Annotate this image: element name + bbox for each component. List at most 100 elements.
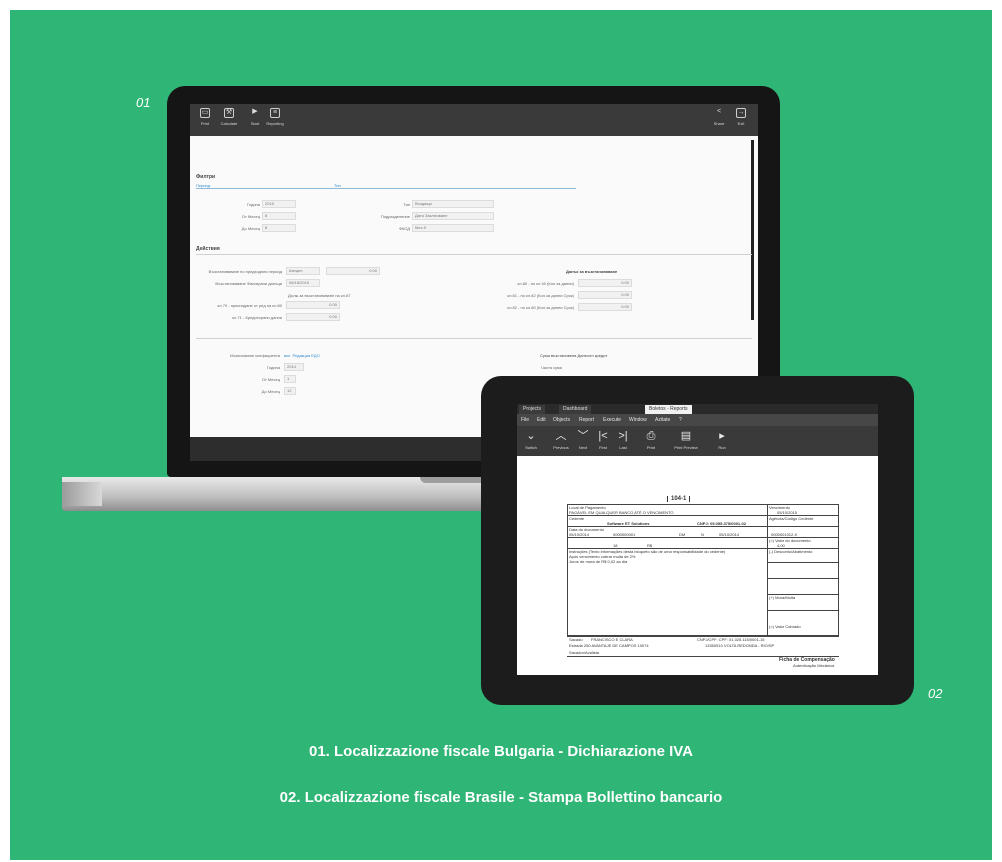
row82-amount[interactable]: 0.00 [578, 303, 632, 311]
menu-bar: File Edit Objects Report Execute Window … [517, 414, 878, 426]
field-label: До Месец [261, 389, 280, 394]
caption-line-2: 02. Localizzazione fiscale Brasile - Sta… [279, 789, 723, 806]
field-label: До Месец [241, 226, 260, 231]
menu-file[interactable]: File [521, 414, 529, 426]
switch-button[interactable]: ⌄ Switch [521, 429, 541, 450]
deductions-note: Дълж.за възстановяване на кл.87 [288, 293, 351, 298]
tablet-screen: Projects Dashboard Boletos - Reports Fil… [517, 404, 878, 675]
tab-projects[interactable]: Projects [519, 405, 546, 414]
doc-date-value: 05/10/2014 [569, 532, 590, 537]
cedente-value: Software ET Solutions [607, 521, 650, 526]
wrench-icon: ⚒ [224, 108, 234, 118]
toolbar-calculate-button[interactable]: ⚒ Calculate [218, 108, 240, 126]
play-icon: ▸ [719, 430, 725, 442]
toolbar-start-button[interactable]: ▶ Start [244, 108, 266, 126]
previous-button[interactable]: ︿ Previous [551, 429, 571, 450]
print-button[interactable]: ⎙ Print [641, 429, 661, 450]
laptop-toolbar: ▭ Print ⚒ Calculate ▶ Start ≡ Reporting < Sha… [190, 104, 758, 136]
to-month-field[interactable]: 8 [262, 224, 296, 232]
run-button[interactable]: ▸ Run [709, 429, 735, 450]
last-button[interactable]: >| Last [613, 429, 633, 450]
amount-label: (=) Valor do documento [769, 538, 811, 543]
label-01: 01 [136, 95, 151, 110]
field-label: Година [266, 365, 280, 370]
field-label: Подразделение [380, 214, 410, 219]
field-label: Тип [403, 202, 410, 207]
field-label: Чиста сума [541, 365, 562, 370]
label-02: 02 [928, 686, 943, 701]
tabs-underline [196, 188, 576, 189]
first-icon: |< [598, 430, 608, 442]
field-label: кл.80 - по кл.40 (Кол.за данни) [517, 281, 574, 286]
row81-amount[interactable]: 0.00 [578, 291, 632, 299]
play-icon: ▶ [252, 108, 258, 115]
menu-azitate[interactable]: Azitate [655, 414, 670, 426]
menu-edit[interactable]: Edit [537, 414, 546, 426]
toolbar-print-button[interactable]: ▭ Print [194, 108, 216, 126]
boleto-document: 104-1 Local de Pagamento PAGÁVEL EM QUAL… [567, 496, 839, 668]
charged-label: (=) Valor Cobrado [769, 624, 801, 629]
next-button[interactable]: ﹀ Next [573, 429, 593, 450]
fcode-select[interactable]: Мес.9 [412, 224, 494, 232]
menu-window[interactable]: Window [629, 414, 647, 426]
sacado-label: Sacado [569, 637, 583, 642]
divider [196, 338, 752, 339]
carteira-value: 18 [613, 543, 618, 548]
laptop-scrollbar[interactable] [751, 140, 754, 320]
menu-report[interactable]: Report [579, 414, 594, 426]
toolbar-reporting-button[interactable]: ≡ Reporting [264, 108, 286, 126]
boleto-right-column [767, 504, 839, 636]
menu-help[interactable]: ? [679, 414, 682, 426]
amount-value: 4,00 [777, 543, 785, 548]
cpf-value: CNPJ/CPF: CPF: 01.025.115/0001-15 [697, 637, 765, 642]
agencia-label: Agência/Código Cedente [769, 516, 814, 521]
instruction-line: Juros de mora de R$ 0,02 ao dia [569, 559, 628, 564]
first-button[interactable]: |< First [593, 429, 613, 450]
date-field[interactable]: 06/18/2015 [286, 279, 320, 287]
coef-year-field[interactable]: 2014 [284, 363, 304, 371]
field-label: От Месец [241, 214, 260, 219]
type-select[interactable]: Входящи [412, 200, 494, 208]
local-value: PAGÁVEL EM QUALQUER BANCO ATÉ O VENCIMEN… [569, 510, 674, 515]
subdivision-select[interactable]: Дата Заключване [412, 212, 494, 220]
row71-amount[interactable]: 0.00 [286, 313, 340, 321]
divider [196, 254, 752, 255]
menu-objects[interactable]: Objects [553, 414, 570, 426]
print-icon: ▭ [200, 108, 210, 118]
nosso-numero-value: 0000001012-9 [771, 532, 797, 537]
discount-label: (-) Desconto/Abatimento [769, 549, 813, 554]
refund-amount[interactable]: 0.00 [326, 267, 380, 275]
tab-boletos-reports[interactable]: Boletos - Reports [645, 405, 692, 414]
cep-value: 13350510 VOLTA REDONDA - RIO/SP [705, 643, 775, 648]
report-toolbar: ⌄ Switch ︿ Previous ﹀ Next |< First >| Last ⎙… [517, 426, 878, 456]
fine-label: (+) Mora/Multa [769, 595, 796, 600]
actions-title: Действия [196, 246, 220, 252]
bank-code: 104-1 [667, 496, 691, 502]
row70-amount[interactable]: 0.00 [286, 301, 340, 309]
refund-select[interactable]: Канцел [286, 267, 320, 275]
tab-dashboard[interactable]: Dashboard [559, 405, 592, 414]
print-preview-button[interactable]: ▤ Print Preview [669, 429, 703, 450]
print-icon: ⎙ [646, 430, 656, 442]
field-label: ФКОД [398, 226, 410, 231]
year-field[interactable]: 2015 [262, 200, 296, 208]
coef-to-month-field[interactable]: 12 [284, 387, 296, 395]
menu-execute[interactable]: Execute [603, 414, 621, 426]
sacado-address: Estrada 250 AVANTAJE DE CAMPOS 10074 [569, 643, 649, 648]
from-month-field[interactable]: 8 [262, 212, 296, 220]
coef-from-month-field[interactable]: 1 [284, 375, 296, 383]
toolbar-share-button[interactable]: < Share [708, 108, 730, 126]
species-value: DM [679, 532, 686, 537]
toolbar-exit-button[interactable]: → Exit [730, 108, 752, 126]
field-label: кл.81 - по кл.82 (Кол.за данни Срок) [507, 293, 574, 298]
ficha-subtitle: Autenticação Mecânica [793, 663, 835, 668]
row-line [567, 526, 839, 527]
coefficient-link[interactable]: вкл. Редакция ЕДО [284, 353, 320, 358]
field-label: Възстановяване Фиксирани данъци [215, 281, 282, 286]
row80-amount[interactable]: 0.00 [578, 279, 632, 287]
doc-number-value: 0000000001 [613, 532, 636, 537]
exit-icon: → [736, 108, 746, 118]
row-line [767, 562, 839, 563]
laptop-notch [420, 477, 490, 483]
print-preview-icon: ▤ [680, 430, 692, 442]
